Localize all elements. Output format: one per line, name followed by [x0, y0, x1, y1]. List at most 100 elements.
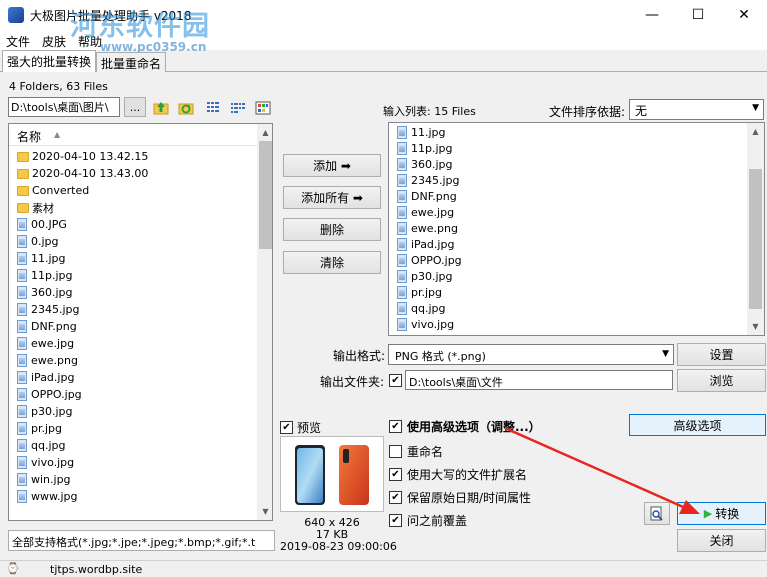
option-advanced[interactable]: ✔ 使用高级选项（调整...）	[389, 418, 541, 435]
option-uppercase-ext[interactable]: ✔ 使用大写的文件扩展名	[389, 466, 527, 483]
tab-batch-convert[interactable]: 强大的批量转换	[2, 50, 97, 72]
file-row[interactable]: pr.jpg	[17, 420, 62, 437]
minimize-button[interactable]: —	[629, 0, 675, 30]
close-button[interactable]: 关闭	[677, 529, 766, 552]
settings-button[interactable]: 设置	[677, 343, 766, 366]
file-row[interactable]: ewe.png	[17, 352, 78, 369]
file-row[interactable]: DNF.png	[17, 318, 77, 335]
advanced-options-button[interactable]: 高级选项	[629, 414, 766, 436]
advanced-checkbox[interactable]: ✔	[389, 420, 402, 433]
image-file-icon	[17, 269, 27, 282]
sort-select[interactable]: 无 ▼	[629, 99, 764, 120]
maximize-button[interactable]: ☐	[675, 0, 721, 30]
menu-file[interactable]: 文件	[6, 33, 30, 50]
menu-skin[interactable]: 皮肤	[42, 33, 66, 50]
uppercase-ext-checkbox[interactable]: ✔	[389, 468, 402, 481]
input-list-item[interactable]: qq.jpg	[397, 300, 445, 316]
file-row[interactable]: p30.jpg	[17, 403, 73, 420]
list-header[interactable]: 名称 ▲	[9, 124, 257, 146]
view-details-icon[interactable]	[204, 99, 222, 117]
scroll-thumb[interactable]	[259, 141, 272, 249]
file-row[interactable]: qq.jpg	[17, 437, 65, 454]
input-file-name: 2345.jpg	[411, 173, 460, 187]
file-row[interactable]: 0.jpg	[17, 233, 59, 250]
tab-batch-rename[interactable]: 批量重命名	[96, 52, 167, 72]
input-list-item[interactable]: 11.jpg	[397, 124, 446, 140]
input-file-list[interactable]: 11.jpg 11p.jpg 360.jpg 2345.jpg DNF.png ewe.j…	[388, 122, 765, 336]
file-name: vivo.jpg	[31, 456, 75, 469]
input-list-item[interactable]: pr.jpg	[397, 284, 442, 300]
input-list-item[interactable]: ewe.jpg	[397, 204, 454, 220]
input-list-item[interactable]: 11p.jpg	[397, 140, 453, 156]
file-row[interactable]: 360.jpg	[17, 284, 73, 301]
file-row[interactable]: ewe.jpg	[17, 335, 74, 352]
file-row[interactable]: vivo.jpg	[17, 454, 74, 471]
keep-date-checkbox[interactable]: ✔	[389, 491, 402, 504]
dropdown-arrow-icon: ▼	[662, 349, 669, 359]
scroll-up-icon[interactable]: ▲	[747, 123, 764, 140]
overwrite-checkbox[interactable]: ✔	[389, 514, 402, 527]
input-list-item[interactable]: DNF.png	[397, 188, 457, 204]
view-list-icon[interactable]	[229, 99, 247, 117]
convert-button[interactable]: ▶ 转换	[677, 502, 766, 525]
scroll-up-icon[interactable]: ▲	[257, 124, 272, 141]
delete-button[interactable]: 删除	[283, 218, 381, 241]
input-list-scrollbar[interactable]: ▲ ▼	[747, 123, 764, 335]
clear-button[interactable]: 清除	[283, 251, 381, 274]
input-list-item[interactable]: ewe.png	[397, 220, 458, 236]
input-list-item[interactable]: iPad.jpg	[397, 236, 454, 252]
file-row[interactable]: iPad.jpg	[17, 369, 74, 386]
file-browser-list[interactable]: 名称 ▲ 2020-04-10 13.42.15 2020-04-10 13.43…	[8, 123, 273, 521]
file-list-scrollbar[interactable]: ▲ ▼	[257, 124, 272, 520]
input-list-item[interactable]: OPPO.jpg	[397, 252, 462, 268]
browse-folder-button[interactable]: ...	[124, 97, 146, 117]
option-keep-date-label: 保留原始日期/时间属性	[407, 491, 532, 505]
image-file-icon	[397, 221, 407, 235]
path-input[interactable]	[8, 97, 120, 117]
preview-checkbox[interactable]: ✔	[280, 421, 293, 434]
browse-button[interactable]: 浏览	[677, 369, 766, 392]
image-file-icon	[397, 317, 407, 331]
file-row[interactable]: OPPO.jpg	[17, 386, 82, 403]
file-row[interactable]: 00.JPG	[17, 216, 67, 233]
folder-up-icon[interactable]	[152, 99, 170, 117]
preview-toggle[interactable]: ✔ 预览	[280, 419, 321, 436]
preview-zoom-button[interactable]	[644, 502, 670, 525]
rename-checkbox[interactable]	[389, 445, 402, 458]
column-name-header[interactable]: 名称	[17, 128, 41, 145]
file-row[interactable]: 11p.jpg	[17, 267, 73, 284]
add-button[interactable]: 添加 ➡	[283, 154, 381, 177]
input-list-item[interactable]: p30.jpg	[397, 268, 453, 284]
scroll-down-icon[interactable]: ▼	[257, 503, 272, 520]
image-file-icon	[397, 157, 407, 171]
file-row[interactable]: win.jpg	[17, 471, 71, 488]
folder-row[interactable]: 2020-04-10 13.43.00	[17, 165, 148, 182]
file-row[interactable]: www.jpg	[17, 488, 78, 505]
folder-row[interactable]: 2020-04-10 13.42.15	[17, 148, 148, 165]
output-folder-checkbox[interactable]: ✔	[389, 374, 402, 387]
image-file-icon	[17, 252, 27, 265]
refresh-folder-icon[interactable]	[177, 99, 195, 117]
file-filter-select[interactable]: 全部支持格式(*.jpg;*.jpe;*.jpeg;*.bmp;*.gif;*.…	[8, 530, 275, 551]
input-list-item[interactable]: vivo.jpg	[397, 316, 454, 332]
folder-name: 2020-04-10 13.43.00	[32, 167, 149, 180]
file-row[interactable]: 11.jpg	[17, 250, 66, 267]
close-window-button[interactable]: ✕	[721, 0, 767, 30]
output-folder-input[interactable]: D:\tools\桌面\文件	[405, 370, 673, 390]
scroll-down-icon[interactable]: ▼	[747, 318, 764, 335]
option-overwrite[interactable]: ✔ 问之前覆盖	[389, 512, 467, 529]
input-list-item[interactable]: 360.jpg	[397, 156, 453, 172]
view-thumbnails-icon[interactable]	[254, 99, 272, 117]
output-format-select[interactable]: PNG 格式 (*.png) ▼	[388, 344, 674, 365]
output-format-value: PNG 格式 (*.png)	[395, 350, 486, 363]
option-rename[interactable]: 重命名	[389, 443, 443, 460]
folder-row[interactable]: Converted	[17, 182, 89, 199]
input-file-name: p30.jpg	[411, 269, 453, 283]
input-list-item[interactable]: 2345.jpg	[397, 172, 460, 188]
folder-row[interactable]: 素材	[17, 199, 54, 216]
file-row[interactable]: 2345.jpg	[17, 301, 80, 318]
scroll-thumb[interactable]	[749, 169, 762, 309]
add-all-button[interactable]: 添加所有 ➡	[283, 186, 381, 209]
input-file-name: qq.jpg	[411, 301, 446, 315]
option-keep-date[interactable]: ✔ 保留原始日期/时间属性	[389, 489, 531, 506]
